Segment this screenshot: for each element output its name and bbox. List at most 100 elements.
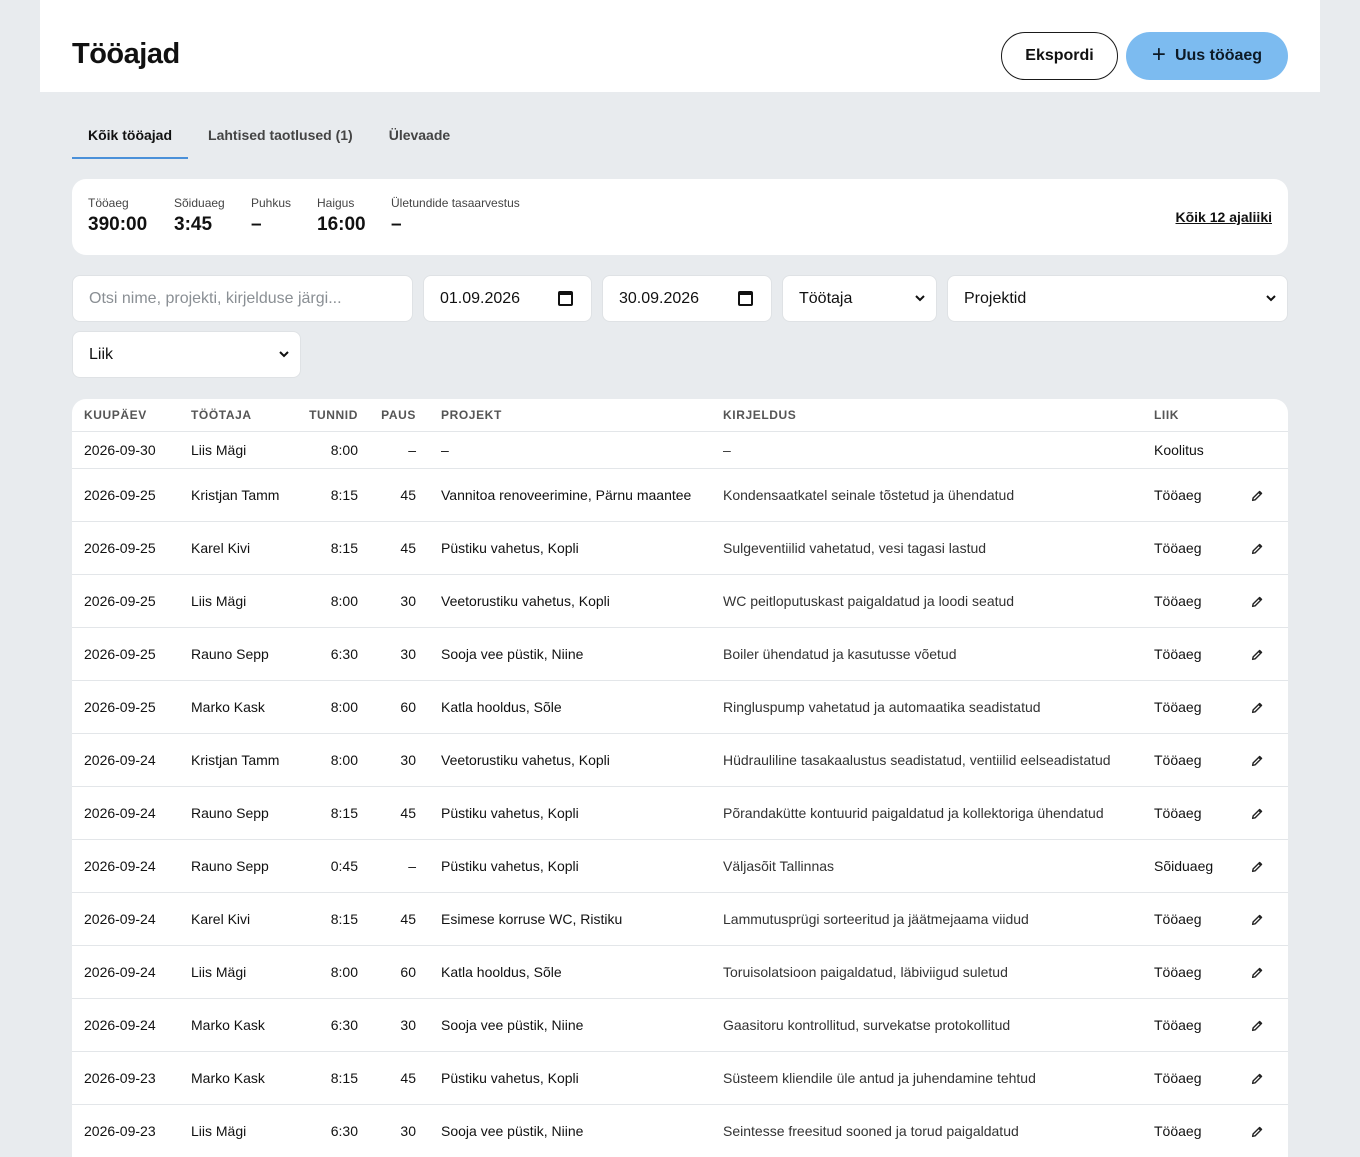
edit-pencil-icon[interactable] xyxy=(1250,1072,1264,1086)
cell-type: Tööaeg xyxy=(1154,646,1202,662)
column-header-date[interactable]: KUUPÄEV xyxy=(84,408,147,422)
cell-description: Süsteem kliendile üle antud ja juhendami… xyxy=(723,1070,1036,1086)
cell-description: Toruisolatsioon paigaldatud, läbiviigud … xyxy=(723,964,1008,980)
cell-type: Tööaeg xyxy=(1154,805,1202,821)
cell-employee: Kristjan Tamm xyxy=(191,487,280,503)
stat-value: 16:00 xyxy=(317,214,366,235)
edit-pencil-icon[interactable] xyxy=(1250,807,1264,821)
plus-icon: + xyxy=(1151,40,1166,68)
table-row[interactable]: 2026-09-30 Liis Mägi 8:00 – – – Koolitus xyxy=(72,432,1288,469)
cell-date: 2026-09-25 xyxy=(84,540,156,556)
stat-label: Ületundide tasaarvestus xyxy=(391,196,520,210)
stat-sick-leave: Haigus 16:00 xyxy=(317,196,366,236)
cell-type: Koolitus xyxy=(1154,442,1204,458)
table-row[interactable]: 2026-09-25 Rauno Sepp 6:30 30 Sooja vee püst… xyxy=(72,628,1288,681)
cell-type: Tööaeg xyxy=(1154,1017,1202,1033)
date-to-field[interactable]: 30.09.2026 xyxy=(602,275,772,322)
table-row[interactable]: 2026-09-25 Karel Kivi 8:15 45 Püstiku vahetu… xyxy=(72,522,1288,575)
cell-pause: – xyxy=(408,442,416,458)
tab-overview[interactable]: Ülevaade xyxy=(373,114,466,159)
all-time-types-link[interactable]: Kõik 12 ajaliiki xyxy=(1176,209,1273,225)
edit-pencil-icon[interactable] xyxy=(1250,966,1264,980)
time-entries-table: KUUPÄEV TÖÖTAJA TUNNID PAUS PROJEKT KIRJ… xyxy=(72,399,1288,1157)
cell-date: 2026-09-25 xyxy=(84,699,156,715)
tab-open-requests[interactable]: Lahtised taotlused (1) xyxy=(192,114,369,159)
column-header-pause[interactable]: PAUS xyxy=(381,408,416,422)
cell-type: Tööaeg xyxy=(1154,487,1202,503)
cell-project: – xyxy=(441,442,449,458)
table-row[interactable]: 2026-09-23 Liis Mägi 6:30 30 Sooja vee püsti… xyxy=(72,1105,1288,1157)
edit-pencil-icon[interactable] xyxy=(1250,1125,1264,1139)
stat-label: Sõiduaeg xyxy=(174,196,225,210)
edit-pencil-icon[interactable] xyxy=(1250,860,1264,874)
table-row[interactable]: 2026-09-24 Rauno Sepp 8:15 45 Püstiku vahetu… xyxy=(72,787,1288,840)
cell-employee: Karel Kivi xyxy=(191,540,251,556)
edit-pencil-icon[interactable] xyxy=(1250,754,1264,768)
column-header-project[interactable]: PROJEKT xyxy=(441,408,502,422)
cell-employee: Rauno Sepp xyxy=(191,805,269,821)
table-row[interactable]: 2026-09-24 Kristjan Tamm 8:00 30 Veetorustik… xyxy=(72,734,1288,787)
cell-pause: 45 xyxy=(400,487,416,503)
cell-type: Tööaeg xyxy=(1154,911,1202,927)
column-header-hours[interactable]: TUNNID xyxy=(309,408,358,422)
calendar-icon[interactable] xyxy=(558,291,573,306)
stat-overtime-offset: Ületundide tasaarvestus – xyxy=(391,196,520,236)
tab-bar: Kõik tööajad Lahtised taotlused (1) Ülev… xyxy=(72,114,470,159)
cell-hours: 6:30 xyxy=(330,1123,358,1139)
cell-employee: Liis Mägi xyxy=(191,964,247,980)
table-header: KUUPÄEV TÖÖTAJA TUNNID PAUS PROJEKT KIRJ… xyxy=(72,399,1288,432)
cell-pause: – xyxy=(408,858,416,874)
calendar-icon[interactable] xyxy=(738,291,753,306)
cell-type: Sõiduaeg xyxy=(1154,858,1214,874)
date-to-value: 30.09.2026 xyxy=(619,289,700,307)
table-row[interactable]: 2026-09-25 Liis Mägi 8:00 30 Veetorustiku va… xyxy=(72,575,1288,628)
table-row[interactable]: 2026-09-25 Marko Kask 8:00 60 Katla hooldus,… xyxy=(72,681,1288,734)
column-header-type[interactable]: LIIK xyxy=(1154,408,1179,422)
cell-project: Veetorustiku vahetus, Kopli xyxy=(441,752,610,768)
table-row[interactable]: 2026-09-24 Karel Kivi 8:15 45 Esimese korrus… xyxy=(72,893,1288,946)
export-button[interactable]: Ekspordi xyxy=(1001,32,1118,80)
cell-description: Ringluspump vahetatud ja automaatika sea… xyxy=(723,699,1041,715)
cell-date: 2026-09-23 xyxy=(84,1123,156,1139)
cell-description: – xyxy=(723,442,731,458)
new-time-entry-button[interactable]: + Uus tööaeg xyxy=(1126,32,1288,80)
projects-select[interactable]: Projektid xyxy=(947,275,1288,322)
page-title: Tööajad xyxy=(72,38,180,70)
cell-description: Kondensaatkatel seinale tõstetud ja ühen… xyxy=(723,487,1015,503)
column-header-employee[interactable]: TÖÖTAJA xyxy=(191,408,252,422)
cell-type: Tööaeg xyxy=(1154,593,1202,609)
edit-pencil-icon[interactable] xyxy=(1250,595,1264,609)
cell-hours: 8:00 xyxy=(330,593,358,609)
cell-hours: 8:15 xyxy=(330,487,358,503)
edit-pencil-icon[interactable] xyxy=(1250,701,1264,715)
cell-description: Boiler ühendatud ja kasutusse võetud xyxy=(723,646,957,662)
date-from-field[interactable]: 01.09.2026 xyxy=(423,275,592,322)
cell-pause: 45 xyxy=(400,1070,416,1086)
edit-pencil-icon[interactable] xyxy=(1250,489,1264,503)
cell-description: WC peitloputuskast paigaldatud ja loodi … xyxy=(723,593,1015,609)
employee-select[interactable]: Töötaja xyxy=(782,275,937,322)
column-header-description[interactable]: KIRJELDUS xyxy=(723,408,796,422)
edit-pencil-icon[interactable] xyxy=(1250,648,1264,662)
cell-project: Sooja vee püstik, Niine xyxy=(441,1017,584,1033)
cell-project: Püstiku vahetus, Kopli xyxy=(441,805,579,821)
type-select[interactable]: Liik xyxy=(72,331,301,378)
edit-pencil-icon[interactable] xyxy=(1250,1019,1264,1033)
table-row[interactable]: 2026-09-24 Rauno Sepp 0:45 – Püstiku vahetus… xyxy=(72,840,1288,893)
tab-all-time-entries[interactable]: Kõik tööajad xyxy=(72,114,189,159)
edit-pencil-icon[interactable] xyxy=(1250,913,1264,927)
cell-date: 2026-09-24 xyxy=(84,858,156,874)
cell-project: Püstiku vahetus, Kopli xyxy=(441,1070,579,1086)
table-row[interactable]: 2026-09-25 Kristjan Tamm 8:15 45 Vannitoa re… xyxy=(72,469,1288,522)
stat-vacation: Puhkus – xyxy=(251,196,291,236)
cell-pause: 45 xyxy=(400,540,416,556)
search-input[interactable]: Otsi nime, projekti, kirjelduse järgi... xyxy=(72,275,413,322)
edit-pencil-icon[interactable] xyxy=(1250,542,1264,556)
cell-type: Tööaeg xyxy=(1154,1070,1202,1086)
table-row[interactable]: 2026-09-24 Marko Kask 6:30 30 Sooja vee püst… xyxy=(72,999,1288,1052)
cell-project: Vannitoa renoveerimine, Pärnu maantee xyxy=(441,487,692,503)
table-row[interactable]: 2026-09-24 Liis Mägi 8:00 60 Katla hooldus, … xyxy=(72,946,1288,999)
table-row[interactable]: 2026-09-23 Marko Kask 8:15 45 Püstiku vahetu… xyxy=(72,1052,1288,1105)
cell-project: Veetorustiku vahetus, Kopli xyxy=(441,593,610,609)
summary-card: Tööaeg 390:00 Sõiduaeg 3:45 Puhkus – Hai… xyxy=(72,179,1288,255)
